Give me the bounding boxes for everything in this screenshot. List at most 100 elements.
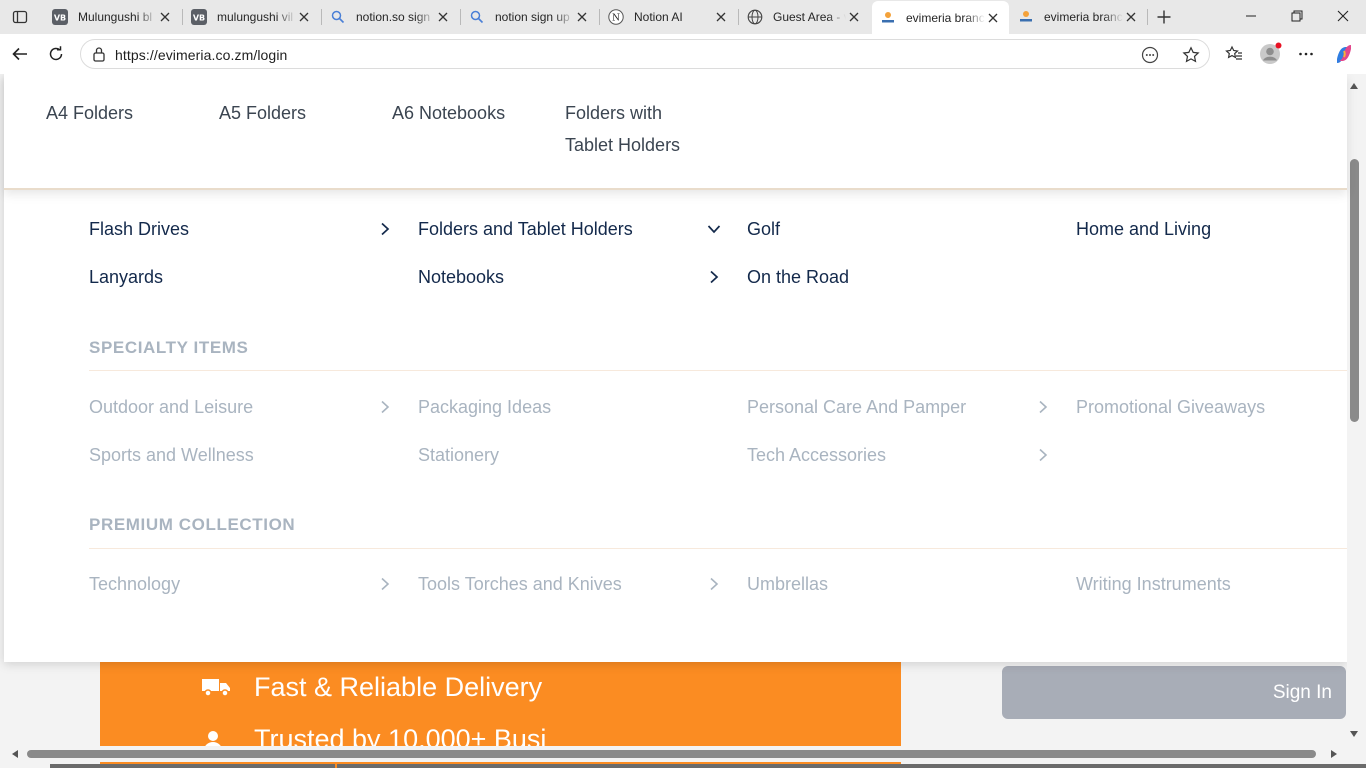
close-icon[interactable] — [157, 9, 173, 25]
menu-item-home-living[interactable]: Home and Living — [1076, 217, 1211, 241]
close-icon[interactable] — [296, 9, 312, 25]
menu-item-umbrellas[interactable]: Umbrellas — [747, 572, 828, 596]
site-info-icon[interactable] — [91, 46, 107, 62]
browser-tab[interactable]: Guest Area - v — [739, 2, 870, 32]
chevron-right-icon[interactable] — [707, 270, 721, 284]
evimeria-logo-icon — [880, 10, 896, 26]
tab-title: Mulungushi bl — [78, 10, 153, 24]
tab-strip: VB Mulungushi bl VB mulungushi vil notio… — [0, 0, 1366, 34]
close-icon[interactable] — [846, 9, 862, 25]
svg-text:N: N — [612, 14, 620, 24]
svg-text:VB: VB — [193, 14, 205, 23]
tab-divider — [1147, 9, 1148, 25]
section-title-premium: PREMIUM COLLECTION — [89, 515, 296, 534]
close-icon[interactable] — [574, 9, 590, 25]
menu-item-packaging-ideas[interactable]: Packaging Ideas — [418, 395, 551, 419]
chevron-right-icon[interactable] — [707, 577, 721, 591]
menu-item-notebooks[interactable]: Notebooks — [418, 265, 504, 289]
tab-title: notion.so sign — [356, 10, 431, 24]
scroll-right-arrow-icon[interactable] — [1329, 749, 1339, 759]
browser-tab[interactable]: notion sign up — [461, 2, 598, 32]
browser-tab-active[interactable]: evimeria branc — [872, 1, 1009, 34]
tab-title: mulungushi vil — [217, 10, 294, 24]
browser-tab[interactable]: notion.so sign — [322, 2, 459, 32]
menu-item-flash-drives[interactable]: Flash Drives — [89, 217, 189, 241]
close-icon[interactable] — [985, 10, 1001, 26]
submenu-item-folders-tablet-line2[interactable]: Tablet Holders — [565, 129, 680, 161]
close-icon[interactable] — [435, 9, 451, 25]
scroll-up-arrow-icon[interactable] — [1349, 81, 1359, 91]
back-button[interactable] — [6, 40, 34, 68]
section-title-specialty: SPECIALTY ITEMS — [89, 338, 249, 357]
scroll-down-arrow-icon[interactable] — [1349, 729, 1359, 739]
minimize-button[interactable] — [1228, 0, 1274, 32]
vertical-scroll-thumb[interactable] — [1350, 159, 1359, 422]
close-icon[interactable] — [713, 9, 729, 25]
tab-title: Notion AI — [634, 10, 683, 24]
new-tab-button[interactable] — [1152, 5, 1176, 29]
more-options-icon[interactable] — [1292, 40, 1320, 68]
truck-icon — [202, 675, 232, 699]
folders-submenu: A4 Folders A5 Folders A6 Notebooks Folde… — [4, 74, 1347, 190]
tab-actions-button[interactable] — [6, 5, 34, 29]
sign-in-button[interactable]: Sign In — [1002, 666, 1346, 719]
chevron-down-icon[interactable] — [707, 222, 721, 236]
tab-actions-icon — [12, 10, 28, 24]
chevron-right-icon[interactable] — [378, 222, 392, 236]
read-aloud-icon[interactable] — [1140, 45, 1160, 65]
browser-tab[interactable]: VB mulungushi vil — [183, 2, 320, 32]
browser-tab[interactable]: N Notion AI — [600, 2, 737, 32]
profile-avatar-icon[interactable] — [1256, 40, 1284, 68]
refresh-button[interactable] — [42, 40, 70, 68]
menu-item-tech-accessories[interactable]: Tech Accessories — [747, 443, 886, 467]
menu-item-lanyards[interactable]: Lanyards — [89, 265, 163, 289]
address-bar[interactable]: https://evimeria.co.zm/login — [80, 39, 1210, 69]
close-window-button[interactable] — [1320, 0, 1366, 32]
tab-title: notion sign up — [495, 10, 570, 24]
submenu-item-a4-folders[interactable]: A4 Folders — [46, 97, 133, 129]
horizontal-scroll-thumb[interactable] — [27, 750, 1316, 758]
submenu-item-a5-folders[interactable]: A5 Folders — [219, 97, 306, 129]
section-divider — [89, 370, 1347, 371]
tab-title: Guest Area - v — [773, 10, 846, 24]
submenu-item-folders-tablet[interactable]: Folders with — [565, 97, 662, 129]
search-icon — [330, 9, 346, 25]
restore-button[interactable] — [1274, 0, 1320, 32]
refresh-icon — [49, 46, 63, 61]
favorites-icon[interactable] — [1220, 40, 1248, 68]
close-icon — [1337, 10, 1349, 22]
menu-item-sports-wellness[interactable]: Sports and Wellness — [89, 443, 254, 467]
tab-title: evimeria branc — [906, 10, 985, 25]
browser-tab[interactable]: VB Mulungushi bl — [44, 2, 181, 32]
submenu-item-a6-notebooks[interactable]: A6 Notebooks — [392, 97, 505, 129]
chevron-right-icon[interactable] — [1036, 448, 1050, 462]
sign-in-label: Sign In — [1272, 682, 1332, 703]
delivery-text: Fast & Reliable Delivery — [254, 672, 543, 702]
menu-item-technology[interactable]: Technology — [89, 572, 180, 596]
menu-item-personal-care[interactable]: Personal Care And Pamper — [747, 395, 966, 419]
scroll-left-arrow-icon[interactable] — [10, 749, 20, 759]
browser-tab[interactable]: evimeria branc — [1010, 2, 1147, 32]
menu-item-outdoor-leisure[interactable]: Outdoor and Leisure — [89, 395, 253, 419]
favorite-star-icon[interactable] — [1181, 45, 1201, 65]
globe-icon — [747, 9, 763, 25]
url-text[interactable]: https://evimeria.co.zm/login — [115, 47, 287, 63]
taskbar-edge — [337, 764, 1366, 768]
vb-logo-icon: VB — [52, 9, 68, 25]
menu-item-golf[interactable]: Golf — [747, 217, 780, 241]
chevron-right-icon[interactable] — [378, 577, 392, 591]
taskbar-edge — [50, 764, 335, 768]
chevron-right-icon[interactable] — [1036, 400, 1050, 414]
chevron-right-icon[interactable] — [378, 400, 392, 414]
menu-item-folders-tablet-holders[interactable]: Folders and Tablet Holders — [418, 217, 633, 241]
menu-item-writing-instruments[interactable]: Writing Instruments — [1076, 572, 1231, 596]
browser-toolbar: https://evimeria.co.zm/login — [0, 34, 1366, 74]
mega-menu-panel: A4 Folders A5 Folders A6 Notebooks Folde… — [4, 74, 1347, 662]
menu-item-on-the-road[interactable]: On the Road — [747, 265, 849, 289]
copilot-icon[interactable] — [1330, 40, 1358, 68]
menu-item-promotional-giveaways[interactable]: Promotional Giveaways — [1076, 395, 1265, 419]
close-icon[interactable] — [1123, 9, 1139, 25]
menu-item-stationery[interactable]: Stationery — [418, 443, 499, 467]
notion-icon: N — [608, 9, 624, 25]
menu-item-tools-torches-knives[interactable]: Tools Torches and Knives — [418, 572, 622, 596]
